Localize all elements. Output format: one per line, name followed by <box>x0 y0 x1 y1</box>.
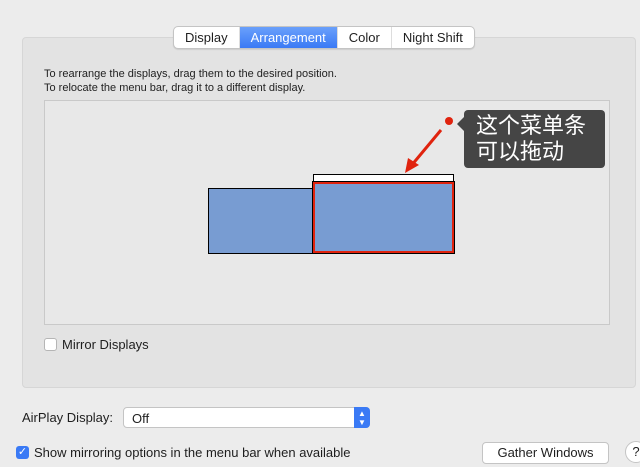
chevron-updown-icon: ▲ ▼ <box>354 407 370 428</box>
tab-bar: Display Arrangement Color Night Shift <box>173 26 475 49</box>
annotation-line: 可以拖动 <box>476 140 565 165</box>
secondary-display[interactable] <box>208 188 314 254</box>
tab-color[interactable]: Color <box>338 27 392 48</box>
annotation-tooltip: 这个菜单条 可以拖动 <box>457 110 605 168</box>
annotation-dot <box>445 117 453 125</box>
main-display[interactable] <box>312 181 455 254</box>
arrow-line <box>409 129 443 167</box>
mirror-displays-checkbox[interactable] <box>44 338 57 351</box>
airplay-select[interactable]: Off ▲ ▼ <box>123 407 370 428</box>
instruction-text: To relocate the menu bar, drag it to a d… <box>44 82 306 94</box>
annotation-line: 这个菜单条 <box>476 114 587 139</box>
airplay-label: AirPlay Display: <box>22 410 114 425</box>
airplay-value: Off <box>132 411 150 426</box>
instruction-text: To rearrange the displays, drag them to … <box>44 68 337 80</box>
show-mirroring-label: Show mirroring options in the menu bar w… <box>34 445 351 460</box>
gather-windows-button[interactable]: Gather Windows <box>482 442 609 464</box>
annotation-arrow <box>405 117 453 173</box>
tab-arrangement[interactable]: Arrangement <box>239 27 338 48</box>
help-button[interactable]: ? <box>625 441 640 463</box>
tab-night-shift[interactable]: Night Shift <box>392 27 474 48</box>
mirror-displays-label: Mirror Displays <box>62 337 149 352</box>
show-mirroring-checkbox[interactable]: ✓ <box>16 446 29 459</box>
tab-display[interactable]: Display <box>174 27 240 48</box>
